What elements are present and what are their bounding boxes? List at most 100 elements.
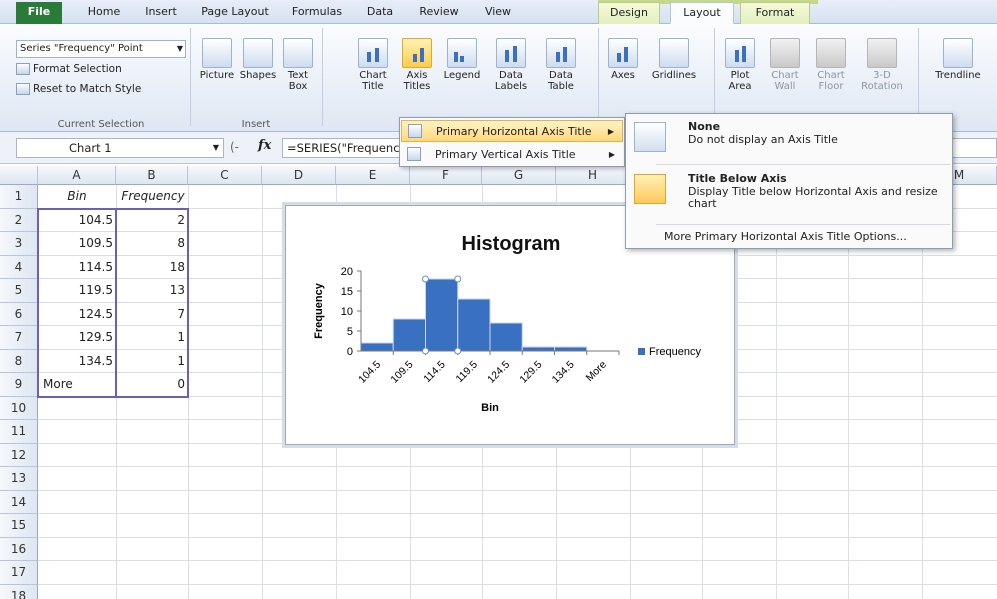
menu-item-label: Primary Horizontal Axis Title xyxy=(436,125,592,138)
axis-titles-label: Axis Titles xyxy=(403,70,431,92)
gridlines-button[interactable]: Gridlines xyxy=(648,38,700,81)
tab-review[interactable]: Review xyxy=(408,2,470,24)
axis-titles-button[interactable]: Axis Titles xyxy=(398,38,436,92)
chart-title-button[interactable]: Chart Title xyxy=(352,38,394,92)
row-header[interactable]: 1 xyxy=(0,185,38,209)
tab-design[interactable]: Design xyxy=(598,2,660,24)
legend-button[interactable]: Legend xyxy=(440,38,484,81)
reset-to-match-style-button[interactable]: Reset to Match Style xyxy=(16,80,141,98)
trendline-icon xyxy=(943,38,973,68)
menu-divider xyxy=(656,224,950,225)
group-divider xyxy=(322,28,323,126)
row-header[interactable]: 7 xyxy=(0,326,38,350)
picture-icon xyxy=(202,38,232,68)
axes-button[interactable]: Axes xyxy=(604,38,642,81)
column-header[interactable]: E xyxy=(336,166,410,185)
x-tick-label: 119.5 xyxy=(453,359,480,386)
tab-layout[interactable]: Layout xyxy=(670,2,734,24)
tab-file[interactable]: File xyxy=(16,2,62,24)
y-axis-title: Frequency xyxy=(313,282,325,339)
x-tick-label: 104.5 xyxy=(356,359,383,386)
group-divider xyxy=(714,28,715,126)
text-box-button[interactable]: Text Box xyxy=(280,38,316,92)
gridlines-icon xyxy=(659,38,689,68)
format-selection-label: Format Selection xyxy=(33,63,122,75)
row-header[interactable]: 11 xyxy=(0,420,38,444)
column-header[interactable]: H xyxy=(556,166,630,185)
chart-wall-icon xyxy=(770,38,800,68)
selection-handle xyxy=(422,347,429,355)
tab-data[interactable]: Data xyxy=(356,2,404,24)
column-header[interactable]: B xyxy=(116,166,188,185)
chart-wall-button[interactable]: Chart Wall xyxy=(764,38,806,92)
chart-floor-button[interactable]: Chart Floor xyxy=(810,38,852,92)
column-header[interactable]: C xyxy=(188,166,262,185)
column-header[interactable]: D xyxy=(262,166,336,185)
row-header[interactable]: 3 xyxy=(0,232,38,256)
trendline-button[interactable]: Trendline xyxy=(926,38,990,81)
more-axis-title-options[interactable]: More Primary Horizontal Axis Title Optio… xyxy=(664,230,907,243)
row-header[interactable]: 4 xyxy=(0,255,38,279)
tab-insert[interactable]: Insert xyxy=(136,2,186,24)
row-header[interactable]: 12 xyxy=(0,443,38,467)
shapes-button[interactable]: Shapes xyxy=(238,38,278,81)
data-table-button[interactable]: Data Table xyxy=(538,38,584,92)
select-all-corner[interactable] xyxy=(0,166,38,185)
chart-elements-dropdown[interactable]: Series "Frequency" Point ▼ xyxy=(16,40,186,58)
3d-rotation-button[interactable]: 3-D Rotation xyxy=(856,38,908,92)
histogram-bar xyxy=(489,322,523,352)
picture-button[interactable]: Picture xyxy=(196,38,238,81)
bar-glyph xyxy=(624,47,628,62)
data-table-icon xyxy=(546,38,576,68)
column-header[interactable]: F xyxy=(410,166,482,185)
row-header[interactable]: 9 xyxy=(0,373,38,397)
no-axis-title-icon xyxy=(634,122,666,152)
row-header[interactable]: 5 xyxy=(0,279,38,303)
row-header[interactable]: 10 xyxy=(0,396,38,420)
histogram-bar xyxy=(554,346,588,352)
chart-title-icon xyxy=(358,38,388,68)
row-header[interactable]: 18 xyxy=(0,584,38,599)
legend-icon xyxy=(447,38,477,68)
option-none[interactable]: None Do not display an Axis Title xyxy=(630,120,948,160)
cell-header-frequency: Frequency xyxy=(121,189,185,203)
format-selection-button[interactable]: Format Selection xyxy=(16,60,122,78)
menu-item-primary-vertical-axis-title[interactable]: Primary Vertical Axis Title ▶ xyxy=(401,144,623,166)
tab-home[interactable]: Home xyxy=(74,2,134,24)
menu-item-primary-horizontal-axis-title[interactable]: Primary Horizontal Axis Title ▶ xyxy=(401,120,623,142)
row-header[interactable]: 17 xyxy=(0,561,38,585)
plot-area-button[interactable]: Plot Area xyxy=(720,38,760,92)
tab-view[interactable]: View xyxy=(474,2,522,24)
plot-area-icon xyxy=(725,38,755,68)
row-header[interactable]: 6 xyxy=(0,302,38,326)
bar-glyph xyxy=(513,46,517,62)
x-tick-label: 129.5 xyxy=(517,359,544,386)
row-header[interactable]: 2 xyxy=(0,208,38,232)
insert-function-icon[interactable]: fx xyxy=(258,138,271,153)
tab-formulas[interactable]: Formulas xyxy=(282,2,352,24)
row-header[interactable]: 14 xyxy=(0,490,38,514)
chart-wall-label: Chart Wall xyxy=(771,70,799,92)
row-header[interactable]: 13 xyxy=(0,467,38,491)
y-tick-label: 5 xyxy=(347,326,353,338)
row-header[interactable]: 8 xyxy=(0,349,38,373)
tab-format[interactable]: Format xyxy=(740,2,810,24)
histogram-bar xyxy=(425,278,459,352)
y-tick-label: 20 xyxy=(341,266,353,278)
group-divider xyxy=(190,28,191,126)
data-labels-button[interactable]: Data Labels xyxy=(488,38,534,92)
bar-glyph xyxy=(367,52,371,62)
group-divider xyxy=(598,28,599,126)
name-box[interactable]: Chart 1 ▼ xyxy=(16,138,224,158)
row-header[interactable]: 15 xyxy=(0,514,38,538)
chart-title-label: Chart Title xyxy=(359,70,387,92)
axes-icon xyxy=(608,38,638,68)
column-header[interactable]: G xyxy=(482,166,556,185)
tab-page-layout[interactable]: Page Layout xyxy=(192,2,278,24)
column-header[interactable]: A xyxy=(38,166,116,185)
y-tick-label: 0 xyxy=(347,346,353,358)
bar-glyph xyxy=(454,52,458,62)
gridlines-label: Gridlines xyxy=(651,70,697,81)
row-header[interactable]: 16 xyxy=(0,537,38,561)
option-title-below-axis[interactable]: Title Below Axis Display Title below Hor… xyxy=(630,172,948,218)
